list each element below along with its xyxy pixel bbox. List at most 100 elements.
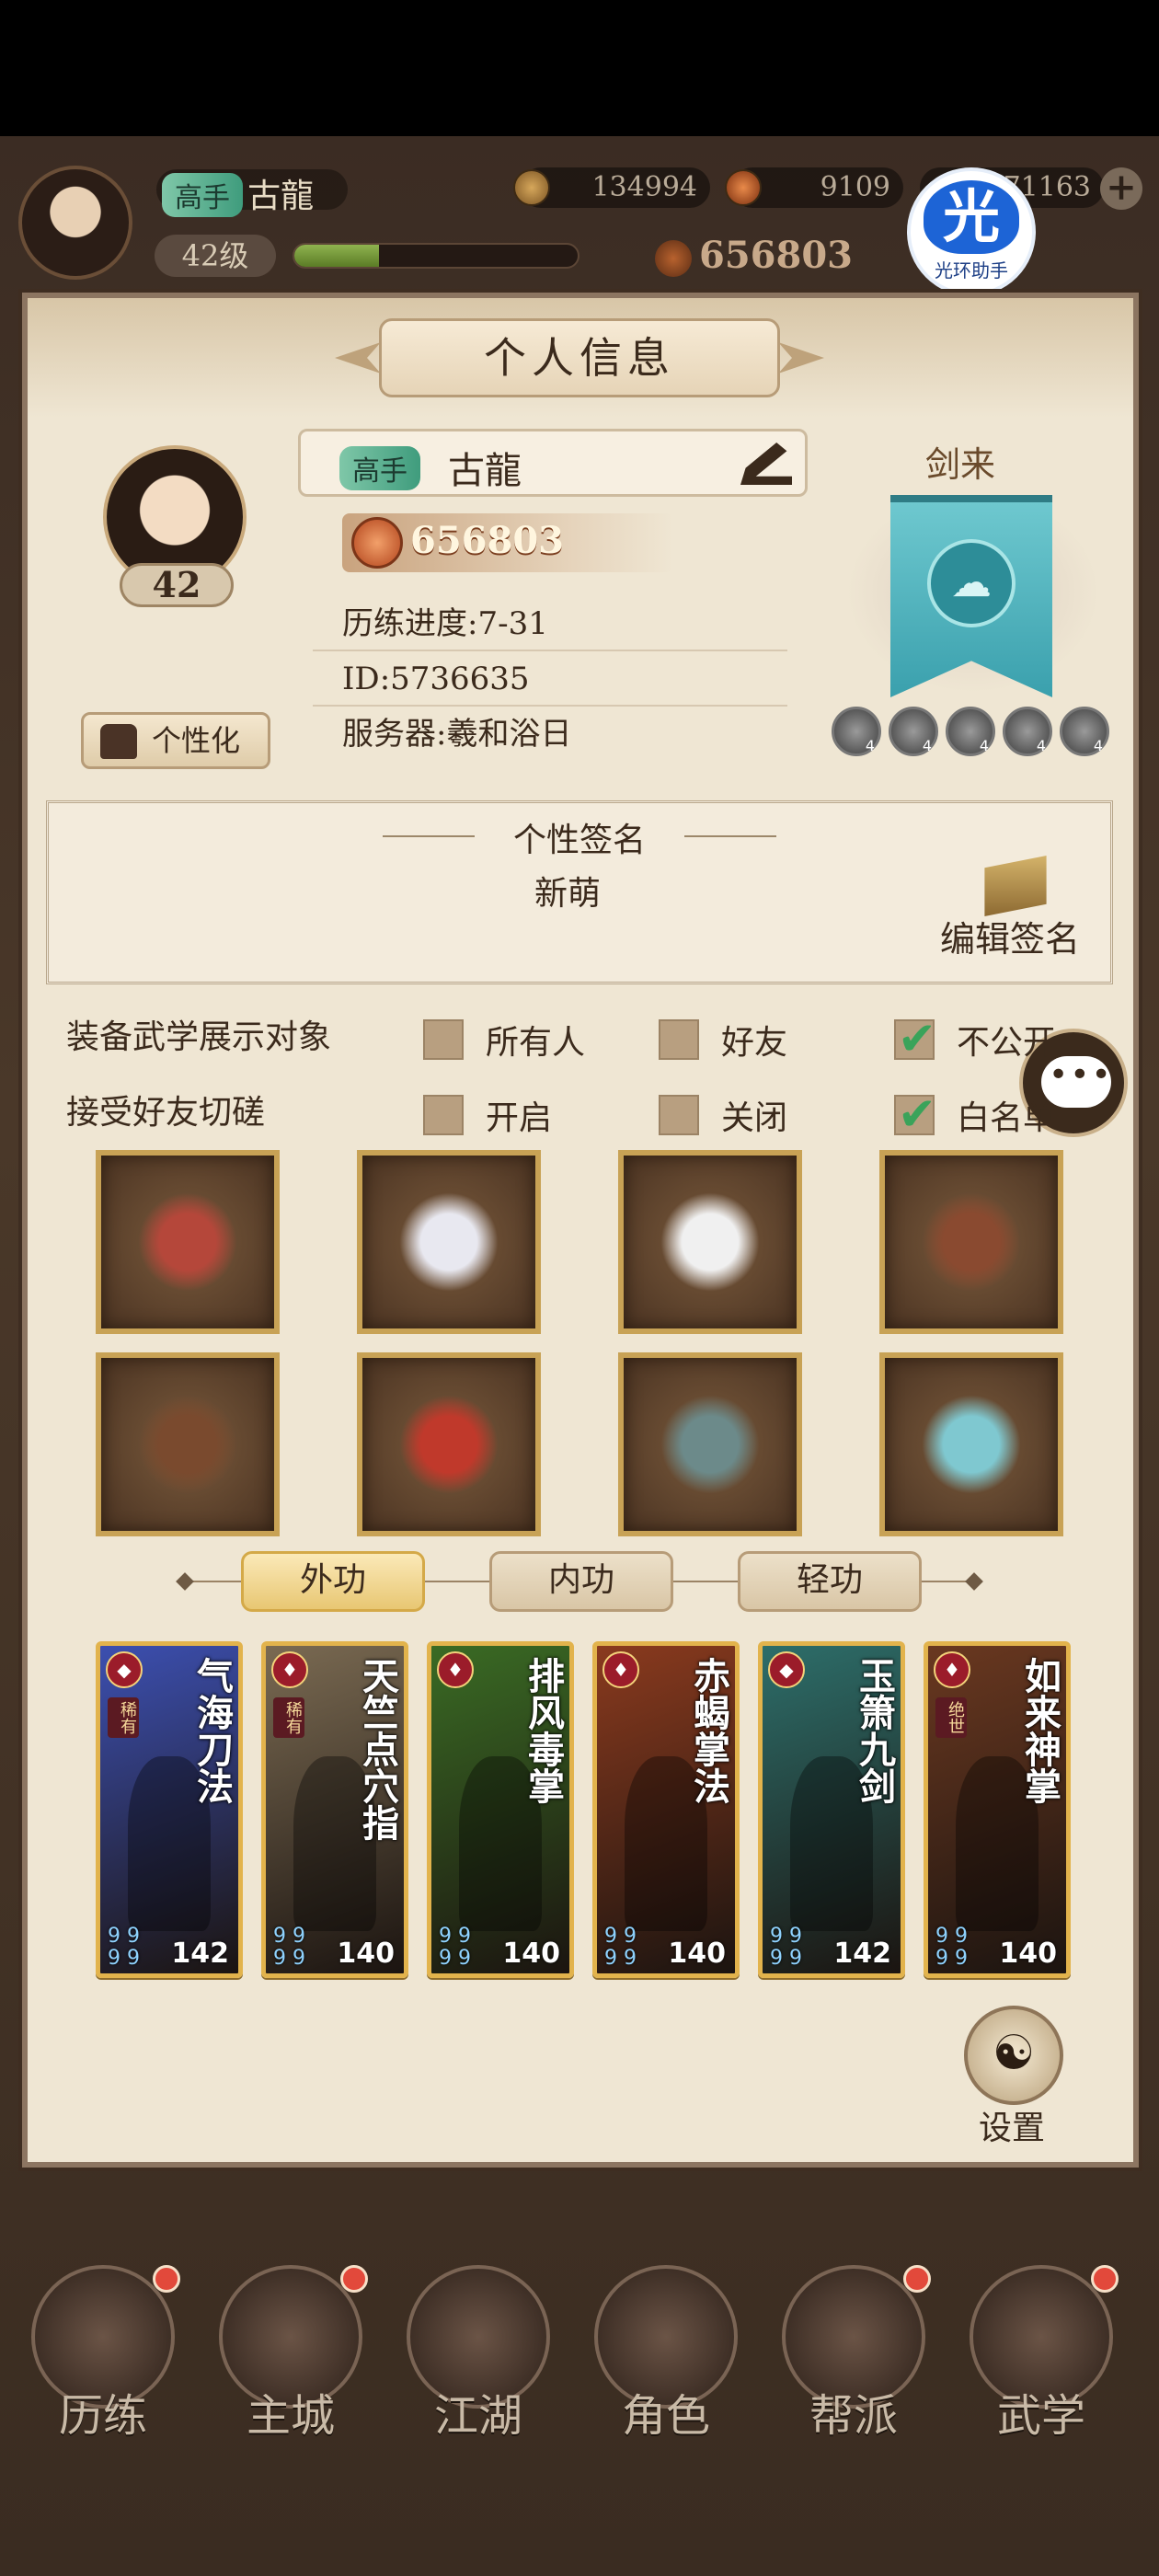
skill-card[interactable]: ♦ 排风毒掌 9 9 9 9 140: [427, 1641, 574, 1978]
nav-label: 历练: [58, 2390, 147, 2442]
hud-power: 656803: [655, 234, 885, 282]
rank-badge: 高手: [162, 173, 243, 217]
option-choice-label[interactable]: 关闭: [721, 1091, 787, 1139]
card-name: 气海刀法: [190, 1657, 234, 1804]
player-id: ID:5736635: [313, 651, 787, 707]
card-rarity-tag: 稀有: [273, 1697, 304, 1738]
card-type-icon: ♦: [437, 1651, 474, 1688]
nav-item[interactable]: 历练: [13, 2265, 188, 2541]
card-gem-icons: 9 9 9 9: [604, 1925, 637, 1970]
coin-value: 134994: [591, 171, 697, 203]
edit-name-icon[interactable]: [740, 443, 792, 485]
option-label: 装备武学展示对象: [66, 1018, 332, 1056]
add-currency-button[interactable]: +: [1100, 167, 1142, 210]
tab-1[interactable]: 内功: [489, 1551, 673, 1612]
nav-item[interactable]: 武学: [951, 2265, 1126, 2541]
option-checkbox[interactable]: [659, 1095, 699, 1135]
card-level: 140: [999, 1938, 1057, 1970]
bracer-icon: [138, 1192, 237, 1292]
gem-counter[interactable]: 9109: [725, 167, 903, 208]
belt-icon: [660, 1192, 760, 1292]
nav-item[interactable]: 主城: [201, 2265, 375, 2541]
card-name: 赤蝎掌法: [687, 1657, 730, 1804]
signature-text: 新萌: [534, 875, 601, 913]
equipment-slot[interactable]: [357, 1352, 541, 1536]
card-gem-icons: 9 9 9 9: [273, 1925, 305, 1970]
notification-dot: [340, 2265, 368, 2293]
hud-name-plate: 高手 古龍: [156, 169, 348, 217]
profile-power: 656803: [342, 513, 673, 572]
nav-item[interactable]: 角色: [576, 2265, 751, 2541]
skill-card[interactable]: ♦ 绝世 如来神掌 9 9 9 9 140: [924, 1641, 1071, 1978]
bracelet-icon: [660, 1395, 760, 1494]
card-level: 140: [668, 1938, 726, 1970]
chat-icon: •••: [1049, 1056, 1113, 1094]
nav-label: 江湖: [433, 2390, 522, 2442]
nav-label: 武学: [996, 2390, 1085, 2442]
exp-bar-fill: [294, 245, 380, 267]
option-choice-label[interactable]: 不公开: [957, 1016, 1056, 1064]
hud-power-value: 656803: [699, 234, 853, 277]
card-level: 140: [502, 1938, 560, 1970]
skill-card[interactable]: ◆ 玉箫九剑 9 9 9 9 142: [758, 1641, 905, 1978]
equipment-slot[interactable]: [357, 1150, 541, 1334]
equipment-slot[interactable]: [96, 1150, 280, 1334]
exp-bar: [293, 243, 580, 269]
equipment-slot[interactable]: [618, 1352, 802, 1536]
ring-icon: [922, 1395, 1021, 1494]
necklace-icon: [138, 1395, 237, 1494]
customize-label: 个性化: [152, 723, 241, 758]
sect-skill-icon[interactable]: 4: [889, 707, 938, 756]
tab-2[interactable]: 轻功: [738, 1551, 922, 1612]
equipment-slot[interactable]: [879, 1150, 1063, 1334]
option-choice-label[interactable]: 开启: [486, 1091, 552, 1139]
coin-icon: [513, 169, 550, 206]
card-level: 140: [337, 1938, 395, 1970]
option-checkbox[interactable]: [659, 1019, 699, 1060]
card-type-icon: ♦: [934, 1651, 970, 1688]
signature-title: 个性签名: [512, 822, 646, 859]
equipment-slot[interactable]: [96, 1352, 280, 1536]
settings-button[interactable]: ☯: [964, 2006, 1063, 2105]
helper-label: 光环助手: [935, 259, 1008, 282]
sect-skill-icon[interactable]: 4: [946, 707, 995, 756]
card-type-icon: ♦: [271, 1651, 308, 1688]
profile-power-value: 656803: [410, 519, 564, 562]
option-checkbox[interactable]: [423, 1019, 464, 1060]
sect-skill-icon[interactable]: 4: [1060, 707, 1109, 756]
sect-skill-icon[interactable]: 4: [1003, 707, 1052, 756]
gem-icon: [725, 169, 762, 206]
nav-item[interactable]: 帮派: [763, 2265, 938, 2541]
name-box: 高手 古龍: [298, 429, 808, 497]
option-checkbox[interactable]: [894, 1087, 936, 1141]
option-choice-label[interactable]: 所有人: [486, 1016, 585, 1064]
equipment-slot[interactable]: [879, 1352, 1063, 1536]
helper-logo-icon: 光: [924, 180, 1019, 254]
card-type-icon: ◆: [106, 1651, 143, 1688]
skill-card[interactable]: ◆ 稀有 气海刀法 9 9 9 9 142: [96, 1641, 243, 1978]
equipment-slot[interactable]: [618, 1150, 802, 1334]
nav-item[interactable]: 江湖: [388, 2265, 563, 2541]
option-checkbox[interactable]: [423, 1095, 464, 1135]
gem-value: 9109: [820, 171, 890, 203]
skill-card[interactable]: ♦ 赤蝎掌法 9 9 9 9 140: [592, 1641, 740, 1978]
notification-dot: [153, 2265, 180, 2293]
server-name: 服务器:羲和浴日: [342, 716, 572, 753]
robe-icon: [399, 1192, 499, 1292]
option-choice-label[interactable]: 好友: [721, 1016, 787, 1064]
edit-signature-button[interactable]: 编辑签名: [940, 911, 1080, 961]
card-name: 如来神掌: [1018, 1657, 1061, 1804]
customize-button[interactable]: 个性化: [81, 712, 270, 769]
card-rarity-tag: 绝世: [935, 1697, 967, 1738]
tab-0[interactable]: 外功: [241, 1551, 425, 1612]
panel-title: 个人信息: [379, 318, 780, 397]
player-avatar[interactable]: [18, 166, 132, 280]
option-choice-label[interactable]: 白名单: [957, 1091, 1056, 1139]
skill-card[interactable]: ♦ 稀有 天竺点穴指 9 9 9 9 140: [261, 1641, 408, 1978]
card-rarity-tag: 稀有: [108, 1697, 139, 1738]
sect-skill-icon[interactable]: 4: [832, 707, 881, 756]
option-checkbox[interactable]: [894, 1012, 936, 1065]
card-gem-icons: 9 9 9 9: [439, 1925, 471, 1970]
helper-app-button[interactable]: 光 光环助手: [907, 167, 1036, 296]
coin-counter[interactable]: 134994: [513, 167, 710, 208]
